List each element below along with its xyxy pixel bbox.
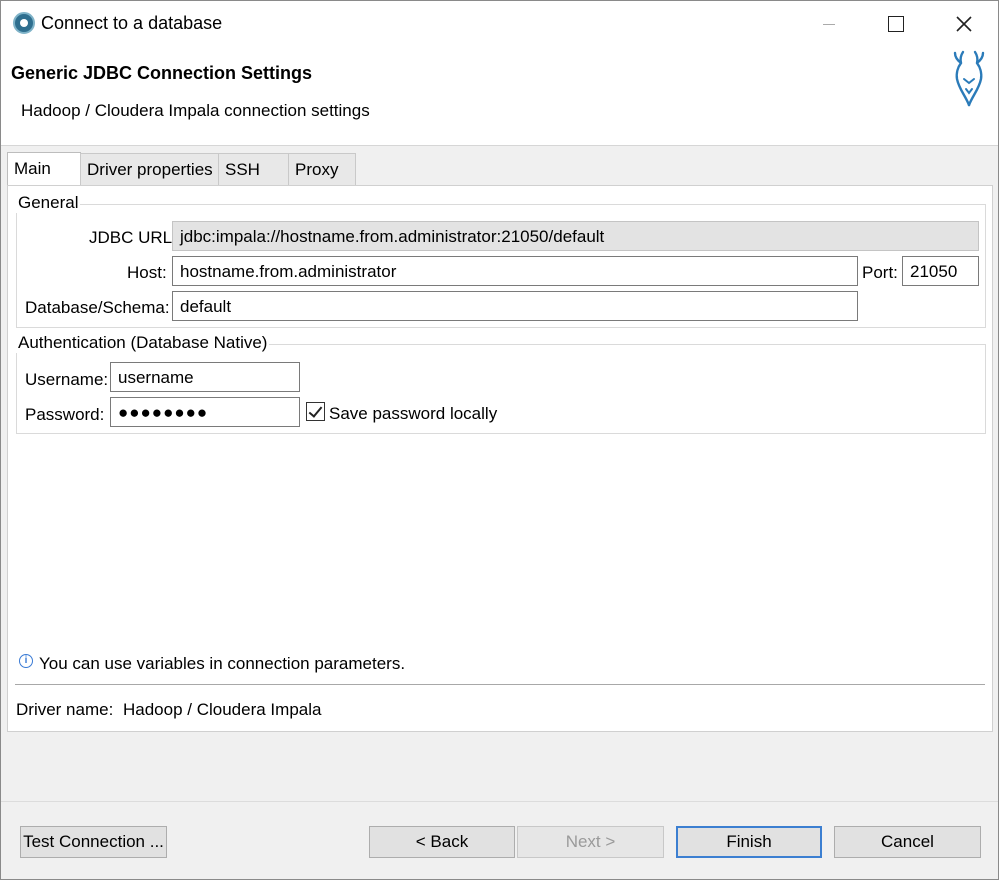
driver-name-value: Hadoop / Cloudera Impala [123,700,322,719]
jdbc-url-label: JDBC URL: [89,228,177,247]
username-input[interactable]: username [110,362,300,392]
driver-name-label: Driver name: [16,700,114,719]
button-bar-separator [1,801,998,802]
close-icon [956,15,972,32]
database-label: Database/Schema: [25,298,170,317]
minimize-button[interactable] [796,1,862,46]
port-input[interactable]: 21050 [902,256,979,286]
back-button[interactable]: < Back [369,826,515,858]
dialog-window: Connect to a database Generic JDBC Conne… [0,0,999,880]
wizard-header: Generic JDBC Connection Settings Hadoop … [1,46,998,146]
jdbc-url-field[interactable]: jdbc:impala://hostname.from.administrato… [172,221,979,251]
username-label: Username: [25,370,109,389]
tab-ssh[interactable]: SSH [218,153,289,185]
finish-button[interactable]: Finish [676,826,822,858]
tab-driver-properties[interactable]: Driver properties [80,153,219,185]
general-legend: General [16,193,81,213]
save-password-label[interactable]: Save password locally [329,404,497,424]
authentication-legend: Authentication (Database Native) [16,333,270,353]
window-title: Connect to a database [41,13,223,33]
tab-main[interactable]: Main [7,152,81,185]
password-input[interactable]: ●●●●●●●● [110,397,300,427]
database-input[interactable]: default [172,291,858,321]
dbeaver-app-icon [13,12,35,34]
test-connection-button[interactable]: Test Connection ... [20,826,167,858]
next-button[interactable]: Next > [517,826,664,858]
tab-proxy[interactable]: Proxy [288,153,356,185]
host-label: Host: [127,263,167,282]
save-password-checkbox[interactable] [306,402,325,421]
maximize-button[interactable] [863,1,929,46]
info-icon: i [19,654,33,668]
password-label: Password: [25,405,105,424]
host-input[interactable]: hostname.from.administrator [172,256,858,286]
authentication-group: Authentication (Database Native) Usernam… [16,333,986,434]
title-bar: Connect to a database [1,1,998,46]
close-button[interactable] [931,1,997,46]
maximize-icon [888,15,904,32]
port-label: Port: [862,263,898,282]
general-group: General JDBC URL: jdbc:impala://hostname… [16,193,986,328]
variables-info-text: You can use variables in connection para… [39,654,406,673]
cancel-button[interactable]: Cancel [834,826,981,858]
dbeaver-logo-icon [953,50,985,107]
page-title: Generic JDBC Connection Settings [11,63,313,83]
driver-divider [15,684,985,685]
tab-panel-main: General JDBC URL: jdbc:impala://hostname… [7,185,993,732]
minimize-icon [823,24,835,25]
page-subtitle: Hadoop / Cloudera Impala connection sett… [21,101,370,120]
